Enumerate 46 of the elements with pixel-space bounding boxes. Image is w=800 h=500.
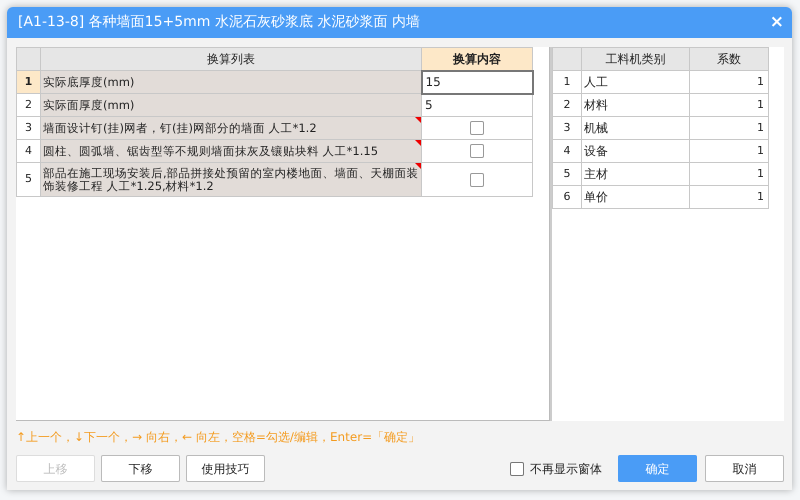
checkbox[interactable] (510, 462, 524, 476)
checkbox[interactable] (470, 121, 484, 135)
column-header: 工料机类别 (582, 48, 690, 70)
column-header: 换算列表 (40, 48, 422, 70)
item-text: 实际面厚度(mm) (43, 98, 134, 112)
action-button[interactable]: 下移 (101, 455, 180, 482)
row-number: 1 (552, 70, 582, 94)
row-number: 5 (16, 162, 40, 196)
column-header: 系数 (690, 48, 768, 70)
column-header: 换算内容 (422, 48, 532, 70)
table-cell: 1 (690, 162, 768, 186)
window-title: [A1-13-8] 各种墙面15+5mm 水泥石灰砂浆底 水泥砂浆面 内墙 (18, 13, 420, 32)
table-cell: 人工 (582, 70, 690, 94)
value-field[interactable]: 5 (422, 95, 532, 116)
item-text: 圆柱、圆弧墙、锯齿型等不规则墙面抹灰及镶贴块料 人工*1.15 (43, 144, 378, 158)
value-field[interactable]: 15 (422, 72, 532, 92)
row-number: 3 (16, 116, 40, 140)
table-cell: 1 (690, 186, 768, 208)
table-cell: 材料 (582, 94, 690, 116)
dont-show-checkbox[interactable]: 不再显示窗体 (510, 460, 602, 478)
item-text: 部品在施工现场安装后,部品拼接处预留的室内楼地面、墙面、天棚面装饰装修工程 人工*1.25,材料*1.2 (43, 166, 419, 192)
row-number: 2 (16, 94, 40, 116)
checkbox[interactable] (470, 144, 484, 158)
item-text: 实际底厚度(mm) (43, 74, 134, 88)
row-number: 2 (552, 94, 582, 116)
keyboard-hint: ↑上一个，↓下一个，→ 向右，← 向左，空格=勾选/编辑，Enter=「确定」 (16, 429, 422, 446)
cancel-button[interactable]: 取消 (705, 455, 784, 482)
row-number: 4 (552, 140, 582, 162)
table-cell: 机械 (582, 116, 690, 140)
table-cell: 1 (690, 140, 768, 162)
row-number: 6 (552, 186, 582, 208)
table-cell: 单价 (582, 186, 690, 208)
item-text: 墙面设计钉(挂)网者，钉(挂)网部分的墙面 人工*1.2 (43, 120, 317, 134)
row-number: 3 (552, 116, 582, 140)
row-number: 1 (16, 70, 40, 94)
row-number: 5 (552, 162, 582, 186)
table-cell: 1 (690, 70, 768, 94)
corner-cell (16, 48, 40, 70)
action-button[interactable]: 使用技巧 (186, 455, 265, 482)
table-cell: 1 (690, 94, 768, 116)
checkbox-label: 不再显示窗体 (530, 460, 602, 478)
table-cell: 主材 (582, 162, 690, 186)
table-cell: 1 (690, 116, 768, 140)
checkbox[interactable] (470, 172, 484, 186)
table-cell: 设备 (582, 140, 690, 162)
row-number: 4 (16, 140, 40, 162)
